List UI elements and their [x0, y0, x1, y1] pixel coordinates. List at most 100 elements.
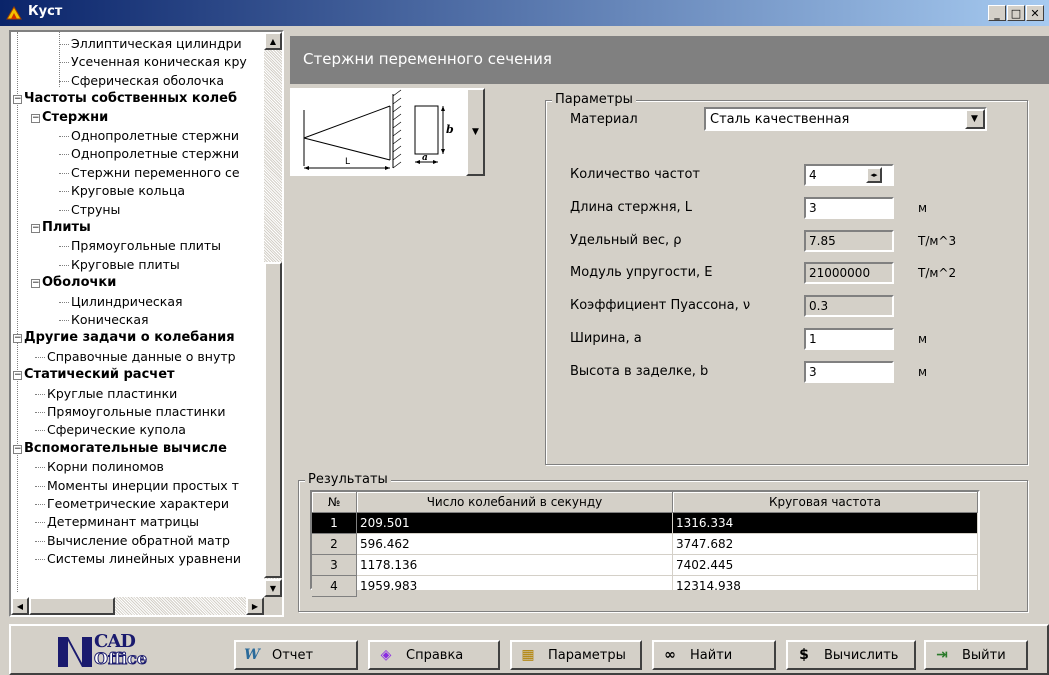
app-icon [6, 6, 22, 20]
tree-vertical-scrollbar[interactable]: ▲ ▼ [264, 32, 282, 597]
circular-frequency-cell[interactable]: 12314.938 [672, 575, 978, 597]
modulus-unit: Т/м^2 [918, 266, 957, 280]
circular-frequency-cell[interactable]: 7402.445 [672, 554, 978, 576]
tree-connector [59, 154, 69, 156]
frequency-cell[interactable]: 209.501 [356, 512, 673, 534]
tree-item[interactable]: Однопролетные стержни [71, 127, 239, 145]
title-bar: Куст _ □ ✕ [0, 0, 1049, 26]
tree-item[interactable]: Круговые кольца [71, 182, 185, 200]
frequency-cell[interactable]: 1959.983 [356, 575, 673, 597]
table-row[interactable]: 3 1178.136 7402.445 [312, 554, 978, 576]
tree-collapse-icon[interactable]: − [31, 279, 40, 289]
tree-collapse-icon[interactable]: − [13, 334, 22, 344]
tree-item[interactable]: Моменты инерции простых т [47, 477, 239, 495]
help-label: Справка [406, 647, 464, 663]
params-button[interactable]: ▦ Параметры [510, 640, 642, 670]
help-button[interactable]: ◈ Справка [368, 640, 500, 670]
scheme-dropdown-button[interactable]: ▼ [466, 88, 485, 176]
exit-button[interactable]: ⇥ Выйти [924, 640, 1028, 670]
tree-connector [59, 172, 69, 174]
material-select[interactable]: Сталь качественная ▼ [704, 107, 987, 131]
spinner-arrows-icon[interactable]: ◂▸ [866, 167, 882, 183]
dollar-icon: $ [799, 647, 809, 663]
tree-item[interactable]: Прямоугольные пластинки [47, 403, 226, 421]
tree-collapse-icon[interactable]: − [13, 95, 22, 105]
circular-frequency-cell[interactable]: 1316.334 [672, 512, 978, 534]
tree-horizontal-scrollbar[interactable]: ◀ ▶ [11, 597, 264, 615]
freq-count-spinner[interactable]: 4 ◂▸ [804, 164, 894, 186]
table-row[interactable]: 2 596.462 3747.682 [312, 533, 978, 555]
tree-connector [59, 264, 69, 266]
tree-connector [35, 485, 45, 487]
tree-item[interactable]: Прямоугольные плиты [71, 237, 221, 255]
freq-count-value: 4 [809, 168, 817, 182]
tree-item[interactable]: Круглые пластинки [47, 385, 177, 403]
tree-item[interactable]: Однопролетные стержни [71, 145, 239, 163]
tree-item[interactable]: Системы линейных уравнени [47, 550, 241, 568]
tree-collapse-icon[interactable]: − [31, 113, 40, 123]
exit-label: Выйти [962, 647, 1006, 663]
width-input[interactable]: 1 [804, 328, 894, 350]
maximize-button[interactable]: □ [1007, 5, 1025, 21]
tree-item[interactable]: Корни полиномов [47, 458, 164, 476]
tree-item[interactable]: Оболочки [42, 274, 116, 292]
tree-item[interactable]: Усеченная коническая кру [71, 53, 247, 71]
tree-item[interactable]: Другие задачи о колебания [24, 329, 235, 347]
col-header-circular[interactable]: Круговая частота [672, 492, 978, 513]
col-header-frequency[interactable]: Число колебаний в секунду [356, 492, 673, 513]
tree-item[interactable]: Струны [71, 201, 120, 219]
row-number-cell[interactable]: 4 [312, 575, 357, 597]
find-button[interactable]: ∞ Найти [652, 640, 776, 670]
tree-item[interactable]: Плиты [42, 219, 91, 237]
tree-item[interactable]: Частоты собственных колеб [24, 90, 237, 108]
scroll-thumb-horizontal[interactable] [29, 597, 115, 615]
scroll-left-icon[interactable]: ◀ [11, 597, 29, 615]
tree-collapse-icon[interactable]: − [13, 444, 22, 454]
tree-item[interactable]: Коническая [71, 311, 149, 329]
col-header-number[interactable]: № [312, 492, 357, 513]
tree-item[interactable]: Сферическая оболочка [71, 72, 224, 90]
tree-item[interactable]: Стержни переменного се [71, 164, 240, 182]
frequency-cell[interactable]: 596.462 [356, 533, 673, 555]
close-button[interactable]: ✕ [1026, 5, 1044, 21]
length-input[interactable]: 3 [804, 197, 894, 219]
tree-item[interactable]: Круговые плиты [71, 256, 180, 274]
scroll-up-icon[interactable]: ▲ [264, 32, 282, 50]
table-row[interactable]: 1 209.501 1316.334 [312, 512, 978, 534]
material-dropdown-button[interactable]: ▼ [965, 109, 985, 129]
tree-item[interactable]: Эллиптическая цилиндри [71, 35, 242, 53]
tree-connector [59, 80, 69, 82]
table-row[interactable]: 4 1959.983 12314.938 [312, 575, 978, 597]
tree-item[interactable]: Статический расчет [24, 366, 175, 384]
report-button[interactable]: W Отчет [234, 640, 358, 670]
row-number-cell[interactable]: 2 [312, 533, 357, 555]
tree-view[interactable]: Эллиптическая цилиндри Усеченная коническ… [9, 30, 284, 617]
tree-item[interactable]: Вычисление обратной матр [47, 532, 230, 550]
tree-item[interactable]: Сферические купола [47, 421, 186, 439]
tree-collapse-icon[interactable]: − [31, 224, 40, 233]
tree-item[interactable]: Стержни [42, 109, 108, 127]
tree-item[interactable]: Цилиндрическая [71, 293, 183, 311]
row-number-cell[interactable]: 1 [312, 512, 357, 534]
params-label: Параметры [548, 647, 626, 663]
minimize-button[interactable]: _ [988, 5, 1006, 21]
row-number-cell[interactable]: 3 [312, 554, 357, 576]
frequency-cell[interactable]: 1178.136 [356, 554, 673, 576]
circular-frequency-cell[interactable]: 3747.682 [672, 533, 978, 555]
scroll-right-icon[interactable]: ▶ [246, 597, 264, 615]
tree-item[interactable]: Детерминант матрицы [47, 513, 199, 531]
height-input[interactable]: 3 [804, 361, 894, 383]
calculate-button[interactable]: $ Вычислить [786, 640, 916, 670]
chevron-down-icon: ▼ [971, 114, 978, 124]
results-table[interactable]: № Число колебаний в секунду Круговая час… [310, 490, 980, 597]
scroll-down-icon[interactable]: ▼ [264, 579, 282, 597]
tapered-beam-diagram: L b a [303, 89, 454, 170]
tree-connector [35, 356, 45, 358]
tree-connector [59, 301, 69, 303]
tree-connector [35, 412, 45, 413]
tree-item[interactable]: Справочные данные о внутр [47, 348, 236, 366]
tree-item[interactable]: Вспомогательные вычисле [24, 440, 227, 458]
tree-collapse-icon[interactable]: − [13, 371, 22, 381]
scroll-thumb-vertical[interactable] [264, 262, 282, 578]
tree-item[interactable]: Геометрические характери [47, 495, 229, 513]
